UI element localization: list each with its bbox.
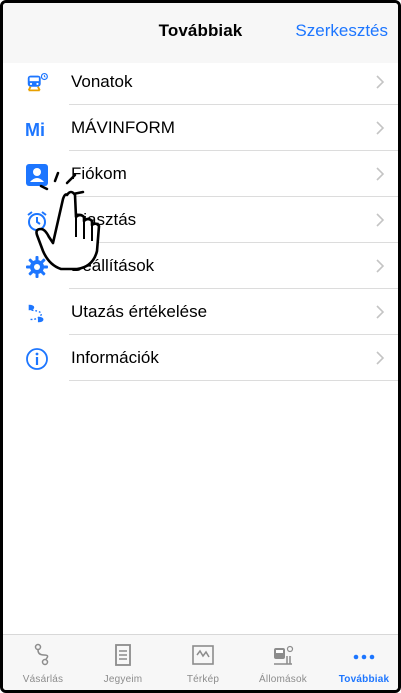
tab-map[interactable]: Térkép (163, 635, 243, 690)
menu-item-label: Riasztás (71, 210, 137, 229)
more-menu-list: Vonatok Mi MÁVINFORM Fiókom Riasztás Beá… (3, 59, 398, 381)
more-icon (353, 654, 375, 660)
tab-purchase[interactable]: Vásárlás (3, 635, 83, 690)
tab-bar: Vásárlás Jegyeim Térkép Állomások Tovább… (3, 634, 398, 690)
chevron-right-icon (376, 167, 385, 181)
menu-item-label: Beállítások (71, 256, 155, 275)
chevron-right-icon (376, 121, 385, 135)
menu-item-information[interactable]: Információk (3, 335, 398, 381)
map-icon (192, 645, 214, 665)
mavinform-logo-icon: Mi (25, 117, 49, 141)
menu-item-label: Vonatok (71, 72, 133, 91)
menu-item-journey-feedback[interactable]: Utazás értékelése (3, 289, 398, 335)
station-icon (274, 645, 294, 665)
chevron-right-icon (376, 259, 385, 273)
separator (69, 380, 398, 381)
route-icon (34, 643, 49, 666)
menu-item-alarm[interactable]: Riasztás (3, 197, 398, 243)
chevron-right-icon (376, 75, 385, 89)
menu-item-settings[interactable]: Beállítások (3, 243, 398, 289)
tab-label: Vásárlás (22, 674, 64, 685)
alarm-icon (25, 209, 49, 233)
train-icon (25, 71, 49, 95)
tab-label: Jegyeim (103, 674, 143, 685)
tab-stations[interactable]: Állomások (243, 635, 323, 690)
menu-item-label: MÁVINFORM (71, 118, 175, 137)
menu-item-trains[interactable]: Vonatok (3, 59, 398, 105)
tab-label: Továbbiak (338, 674, 390, 685)
info-icon (25, 347, 49, 371)
menu-item-mavinform[interactable]: Mi MÁVINFORM (3, 105, 398, 151)
gear-icon (25, 255, 49, 279)
svg-text:Mi: Mi (25, 120, 45, 140)
tab-label: Állomások (259, 674, 307, 685)
menu-item-label: Fiókom (71, 164, 127, 183)
tab-label: Térkép (186, 674, 220, 685)
ticket-icon (115, 644, 131, 666)
journey-feedback-icon (25, 301, 49, 325)
tab-tickets[interactable]: Jegyeim (83, 635, 163, 690)
tab-more[interactable]: Továbbiak (324, 635, 398, 690)
chevron-right-icon (376, 305, 385, 319)
app-screen: Továbbiak Szerkesztés Vonatok Mi MÁVINFO… (0, 0, 401, 693)
chevron-right-icon (376, 351, 385, 365)
chevron-right-icon (376, 213, 385, 227)
navigation-bar: Továbbiak Szerkesztés (3, 3, 398, 63)
menu-item-label: Információk (71, 348, 159, 367)
menu-item-account[interactable]: Fiókom (3, 151, 398, 197)
edit-button[interactable]: Szerkesztés (295, 21, 388, 41)
account-icon (25, 163, 49, 187)
menu-item-label: Utazás értékelése (71, 302, 208, 321)
